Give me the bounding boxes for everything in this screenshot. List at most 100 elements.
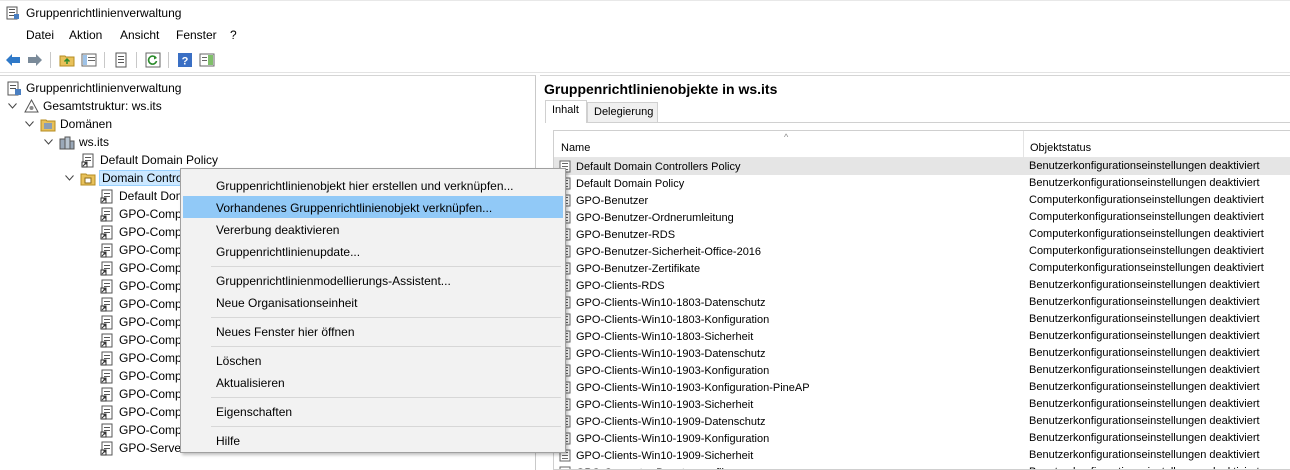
context-menu-item-properties[interactable]: Eigenschaften — [183, 400, 563, 422]
context-menu-item-link-existing-gpo[interactable]: Vorhandenes Gruppenrichtlinienobjekt ver… — [183, 196, 563, 218]
gpo-name-cell: GPO-Benutzer-Ordnerumleitung — [559, 211, 734, 225]
column-header-status[interactable]: Objektstatus — [1023, 131, 1290, 158]
back-arrow-icon[interactable] — [4, 51, 22, 69]
gpo-list[interactable]: ^ Name Objektstatus Default Domain Contr… — [553, 130, 1290, 470]
gpo-list-row[interactable]: Default Domain Controllers Policy Benutze… — [554, 158, 1290, 175]
chevron-down-icon[interactable] — [23, 118, 35, 130]
gpo-list-row[interactable]: GPO-Clients-RDS Benutzerkonfigurationsein… — [554, 277, 1290, 294]
gpo-name: GPO-Clients-Win10-1909-Konfiguration — [576, 433, 770, 445]
gpo-list-row[interactable]: GPO-Benutzer-RDS Computerkonfigurationsei… — [554, 226, 1290, 243]
gpo-link-icon — [99, 224, 115, 240]
gpo-link-icon — [99, 332, 115, 348]
menu-help[interactable]: ? — [230, 27, 237, 43]
tree-item-default-domain-policy[interactable]: Default Domain Policy — [80, 151, 218, 169]
context-menu-item-delete[interactable]: Löschen — [183, 349, 563, 371]
help-icon[interactable]: ? — [176, 51, 194, 69]
gpo-name-cell: GPO-Clients-Win10-1903-Datenschutz — [559, 347, 766, 361]
gpo-link-icon — [99, 386, 115, 402]
menu-separator — [211, 317, 561, 318]
context-menu-item-new-window[interactable]: Neues Fenster hier öffnen — [183, 320, 563, 342]
menu-datei[interactable]: Datei — [26, 27, 54, 43]
tree-item-linked-gpo[interactable]: Default Dom — [99, 187, 186, 205]
gpo-list-row[interactable]: GPO-Clients-Win10-1903-Datenschutz Benutz… — [554, 345, 1290, 362]
forward-arrow-icon[interactable] — [26, 51, 44, 69]
gpmc-app-icon — [6, 6, 20, 20]
gpo-status: Benutzerkonfigurationseinstellungen deak… — [1029, 347, 1260, 359]
gpo-list-row[interactable]: GPO-Clients-Win10-1909-Sicherheit Benutze… — [554, 447, 1290, 464]
gpo-list-row[interactable]: GPO-Clients-Win10-1903-Konfiguration Benu… — [554, 362, 1290, 379]
gpo-list-row[interactable]: GPO-Clients-Win10-1803-Sicherheit Benutze… — [554, 328, 1290, 345]
gpo-name: GPO-Clients-Win10-1909-Sicherheit — [576, 450, 754, 462]
gpo-name: GPO-Benutzer-RDS — [576, 229, 676, 241]
tree-item-linked-gpo[interactable]: GPO-Comp — [99, 241, 182, 259]
gpo-name: Default Domain Policy — [576, 178, 685, 190]
menu-ansicht[interactable]: Ansicht — [120, 27, 159, 43]
action-pane-icon[interactable] — [198, 51, 216, 69]
context-menu-item-refresh[interactable]: Aktualisieren — [183, 371, 563, 393]
tree-item-domain-controllers-ou[interactable]: Domain Contro — [63, 169, 186, 187]
tree-label: Gruppenrichtlinienverwaltung — [26, 81, 182, 95]
tree-item-linked-gpo[interactable]: GPO-Comp — [99, 403, 182, 421]
column-header-name[interactable]: Name — [554, 131, 1024, 158]
chevron-down-icon[interactable] — [42, 136, 54, 148]
menu-aktion[interactable]: Aktion — [69, 27, 102, 43]
show-hide-tree-icon[interactable] — [80, 51, 98, 69]
gpo-list-row[interactable]: GPO-Clients-Win10-1803-Datenschutz Benutz… — [554, 294, 1290, 311]
context-menu-item-block-inheritance[interactable]: Vererbung deaktivieren — [183, 218, 563, 240]
tab-inhalt[interactable]: Inhalt — [545, 100, 587, 123]
tree-item-linked-gpo[interactable]: GPO-Comp — [99, 331, 182, 349]
tree-item-linked-gpo[interactable]: GPO-Comp — [99, 277, 182, 295]
tree-item-linked-gpo[interactable]: GPO-Comp — [99, 367, 182, 385]
gpo-list-row[interactable]: GPO-Clients-Win10-1803-Konfiguration Benu… — [554, 311, 1290, 328]
pane-title: Gruppenrichtlinienobjekte in ws.its — [544, 81, 778, 97]
gpo-status: Benutzerkonfigurationseinstellungen deak… — [1029, 330, 1260, 342]
tree-item-linked-gpo[interactable]: GPO-Comp — [99, 223, 182, 241]
gpo-list-row[interactable]: GPO-Benutzer-Sicherheit-Office-2016 Compu… — [554, 243, 1290, 260]
domain-icon — [59, 134, 75, 150]
context-menu-item-help[interactable]: Hilfe — [183, 429, 563, 451]
gpo-name-cell: GPO-Clients-Win10-1903-Konfiguration-Pin… — [559, 381, 810, 395]
gpo-status: Computerkonfigurationseinstellungen deak… — [1029, 262, 1264, 274]
tree-item-linked-gpo[interactable]: GPO-Comp — [99, 295, 182, 313]
gpo-name: GPO-Clients-Win10-1903-Konfiguration-Pin… — [576, 382, 810, 394]
context-menu-item-modeling-wizard[interactable]: Gruppenrichtlinienmodellierungs-Assisten… — [183, 269, 563, 291]
gpo-list-row[interactable]: GPO-Clients-Win10-1903-Sicherheit Benutze… — [554, 396, 1290, 413]
menu-separator — [211, 426, 561, 427]
ou-folder-icon — [80, 170, 96, 186]
tree-item-linked-gpo[interactable]: GPO-Comp — [99, 205, 182, 223]
gpo-list-row[interactable]: GPO-Clients-Win10-1909-Datenschutz Benutz… — [554, 413, 1290, 430]
gpo-list-row[interactable]: GPO-Benutzer-Zertifikate Computerkonfigur… — [554, 260, 1290, 277]
tree-item-linked-gpo[interactable]: GPO-Comp — [99, 259, 182, 277]
tree-item-domain[interactable]: ws.its — [42, 133, 109, 151]
gpo-list-row[interactable]: GPO-Clients-Win10-1903-Konfiguration-Pin… — [554, 379, 1290, 396]
refresh-icon[interactable] — [144, 51, 162, 69]
gpo-list-row[interactable]: Default Domain Policy Benutzerkonfigurati… — [554, 175, 1290, 192]
context-menu-item-create-link-gpo[interactable]: Gruppenrichtlinienobjekt hier erstellen … — [183, 174, 563, 196]
tree-item-root[interactable]: Gruppenrichtlinienverwaltung — [6, 79, 181, 97]
details-pane: Gruppenrichtlinienobjekte in ws.its Inha… — [540, 75, 1290, 470]
context-menu-item-new-ou[interactable]: Neue Organisationseinheit — [183, 291, 563, 313]
tree-item-forest[interactable]: Gesamtstruktur: ws.its — [6, 97, 162, 115]
gpo-name-cell: GPO-Clients-Win10-1909-Sicherheit — [559, 449, 753, 463]
tree-label: GPO-Comp — [119, 369, 182, 383]
gpo-name: GPO-Clients-Win10-1903-Datenschutz — [576, 348, 766, 360]
gpo-name: GPO-Clients-Win10-1903-Sicherheit — [576, 399, 754, 411]
tree-item-linked-gpo[interactable]: GPO-Comp — [99, 349, 182, 367]
gpo-link-icon — [99, 368, 115, 384]
gpo-list-row[interactable]: GPO-Benutzer-Ordnerumleitung Computerkonf… — [554, 209, 1290, 226]
gpo-list-row[interactable]: GPO-Computer-Benutzerprofile Benutzerkonf… — [554, 464, 1290, 469]
tree-item-linked-gpo[interactable]: GPO-Comp — [99, 385, 182, 403]
chevron-down-icon[interactable] — [63, 172, 75, 184]
gpo-list-row[interactable]: GPO-Benutzer Computerkonfigurationseinste… — [554, 192, 1290, 209]
tree-item-linked-gpo[interactable]: GPO-Comp — [99, 421, 182, 439]
gpo-status: Computerkonfigurationseinstellungen deak… — [1029, 228, 1264, 240]
tab-delegierung[interactable]: Delegierung — [587, 102, 658, 123]
gpo-list-row[interactable]: GPO-Clients-Win10-1909-Konfiguration Benu… — [554, 430, 1290, 447]
tree-item-domains[interactable]: Domänen — [23, 115, 112, 133]
menu-fenster[interactable]: Fenster — [176, 27, 217, 43]
chevron-down-icon[interactable] — [6, 100, 18, 112]
up-folder-icon[interactable] — [58, 51, 76, 69]
tree-item-linked-gpo[interactable]: GPO-Comp — [99, 313, 182, 331]
context-menu-item-gpupdate[interactable]: Gruppenrichtlinienupdate... — [183, 240, 563, 262]
properties-icon[interactable] — [112, 51, 130, 69]
